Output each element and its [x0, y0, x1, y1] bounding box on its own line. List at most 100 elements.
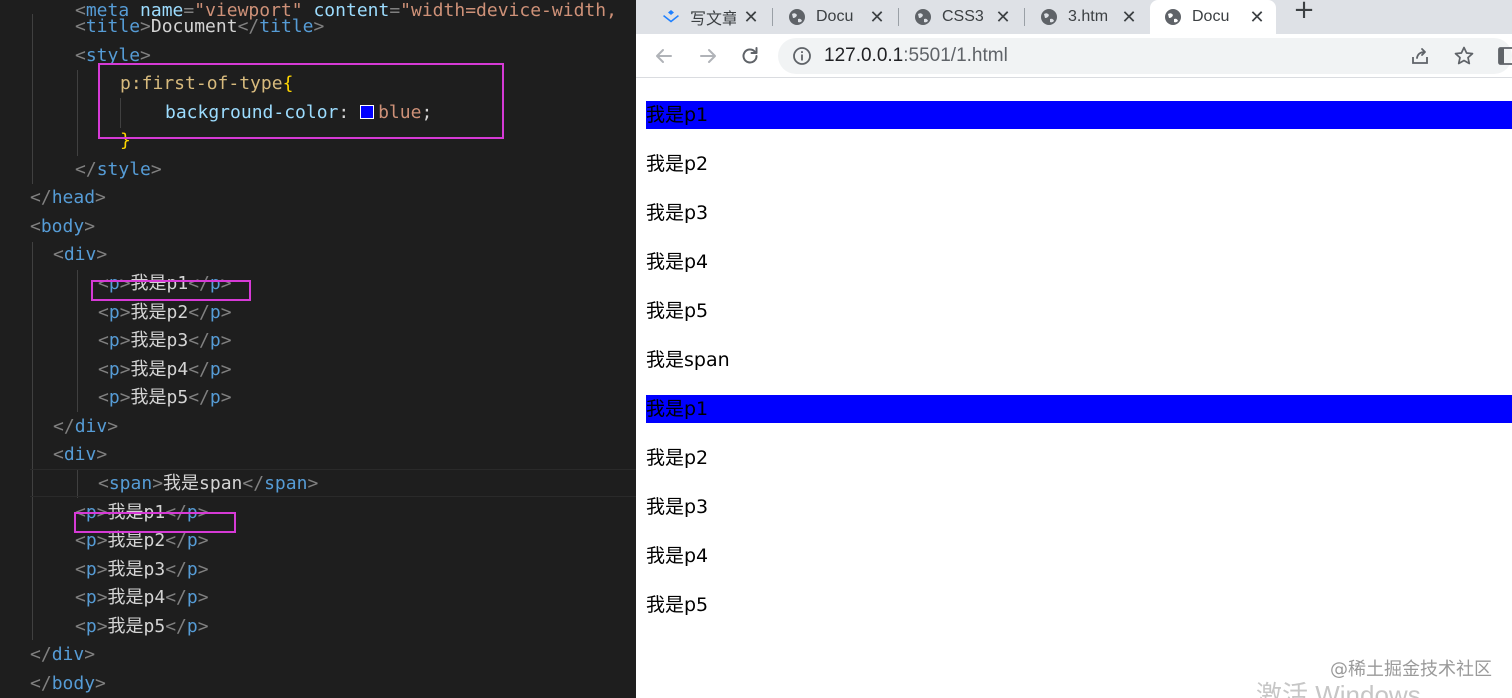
code-token: span: [108, 473, 153, 494]
code-token: "width=device-width,: [400, 0, 628, 21]
code-line-d2p3[interactable]: <p>我是p3</p>: [75, 556, 209, 585]
code-token: >: [95, 673, 106, 694]
page-paragraph: 我是p1: [646, 101, 1512, 129]
code-line-d1p5[interactable]: <p>我是p5</p>: [98, 384, 232, 413]
code-token: 我是p2: [130, 302, 189, 323]
close-icon[interactable]: ✕: [1120, 8, 1138, 26]
div1-p1-annotation-box: [91, 280, 251, 301]
code-line-d2p4[interactable]: <p>我是p4</p>: [75, 584, 209, 613]
code-token: p: [209, 330, 221, 351]
code-token: <: [75, 45, 86, 66]
code-editor[interactable]: <meta name="viewport" content="width=dev…: [0, 0, 636, 698]
code-token: >: [220, 359, 232, 380]
code-token: 我是p5: [130, 387, 189, 408]
code-token: <: [53, 244, 64, 265]
tab-divider: [1024, 8, 1025, 26]
code-token: =: [389, 0, 401, 21]
code-token: </: [237, 16, 260, 37]
code-token: >: [140, 16, 151, 37]
close-icon[interactable]: ✕: [868, 8, 886, 26]
code-line-head-close[interactable]: </head>: [30, 184, 106, 213]
code-token: head: [51, 187, 96, 208]
reload-button[interactable]: [738, 44, 762, 68]
code-line-div1-close[interactable]: </div>: [53, 413, 118, 442]
page-paragraph: 我是p2: [646, 153, 709, 175]
code-token: >: [220, 330, 232, 351]
code-line-d1p2[interactable]: <p>我是p2</p>: [98, 299, 232, 328]
bookmark-star-icon[interactable]: [1452, 44, 1476, 68]
page-span: 我是span: [646, 349, 730, 371]
indent-guide: [77, 270, 78, 412]
selector-annotation-box: [98, 63, 504, 139]
code-token: >: [96, 444, 108, 465]
url-host: 127.0.0.1: [824, 45, 904, 66]
code-line-title[interactable]: <title>Document</title>: [75, 13, 324, 42]
code-token: p: [209, 387, 221, 408]
code-token: >: [220, 387, 232, 408]
tab-title: CSS3: [942, 8, 984, 25]
code-line-div2-close[interactable]: </div>: [30, 641, 95, 670]
new-tab-button[interactable]: +: [1292, 0, 1316, 24]
back-button[interactable]: [652, 44, 676, 68]
code-token: >: [95, 187, 106, 208]
activate-windows-notice: 激活 Windows: [1256, 680, 1421, 698]
code-line-span[interactable]: <span>我是span</span>: [98, 470, 318, 499]
code-token: p: [108, 330, 120, 351]
div2-p1-annotation-box: [74, 512, 236, 533]
share-icon[interactable]: [1408, 44, 1432, 68]
code-token: content: [313, 0, 390, 21]
code-line-d2p5[interactable]: <p>我是p5</p>: [75, 613, 209, 642]
code-token: 我是span: [163, 473, 243, 494]
url-text[interactable]: 127.0.0.1:5501/1.html: [824, 38, 1008, 74]
tab-divider: [772, 8, 773, 26]
side-panel-icon[interactable]: [1494, 44, 1512, 68]
code-token: p: [186, 616, 198, 637]
code-line-style-close[interactable]: </style>: [75, 156, 162, 185]
code-line-body-close[interactable]: </body>: [30, 670, 106, 698]
code-token: >: [197, 616, 209, 637]
code-line-div1-open[interactable]: <div>: [53, 241, 107, 270]
code-token: p: [85, 616, 97, 637]
code-line-body-open[interactable]: <body>: [30, 213, 95, 242]
tab-document[interactable]: Docu ✕: [774, 0, 896, 34]
code-line-d1p4[interactable]: <p>我是p4</p>: [98, 356, 232, 385]
site-info-icon[interactable]: [790, 44, 814, 68]
tab-document-active[interactable]: Docu ✕: [1150, 0, 1276, 34]
code-token: </: [165, 559, 187, 580]
code-token: <: [75, 16, 86, 37]
indent-guide: [32, 242, 33, 640]
code-token: >: [96, 244, 108, 265]
code-token: <: [53, 444, 64, 465]
close-icon[interactable]: ✕: [994, 8, 1012, 26]
tab-title: Docu: [1192, 8, 1230, 25]
tab-3-html[interactable]: 3.htm ✕: [1026, 0, 1148, 34]
code-token: </: [30, 644, 52, 665]
code-token: span: [264, 473, 308, 494]
tab-css3[interactable]: CSS3 ✕: [900, 0, 1022, 34]
code-token: <: [75, 559, 86, 580]
code-line-d1p3[interactable]: <p>我是p3</p>: [98, 327, 232, 356]
code-token: p: [209, 359, 221, 380]
code-token: 我是p3: [107, 559, 166, 580]
forward-button[interactable]: [696, 44, 720, 68]
code-line-div2-open[interactable]: <div>: [53, 441, 107, 470]
code-token: >: [307, 473, 319, 494]
code-token: p: [108, 359, 120, 380]
tab-title: Docu: [816, 8, 854, 25]
code-token: <: [30, 216, 41, 237]
address-bar[interactable]: 127.0.0.1:5501/1.html: [778, 38, 1512, 74]
code-token: p: [108, 302, 120, 323]
indent-guide: [77, 70, 78, 156]
code-token: title: [85, 16, 141, 37]
tab-strip: 写文章 ✕ Docu ✕ CSS3 ✕ 3.htm ✕ Docu ✕ +: [636, 0, 1512, 34]
close-icon[interactable]: ✕: [1248, 8, 1266, 26]
page-paragraph: 我是p4: [646, 251, 709, 273]
tab-juejin[interactable]: 写文章 ✕: [648, 0, 770, 34]
close-icon[interactable]: ✕: [742, 8, 760, 26]
code-token: </: [188, 359, 210, 380]
code-token: </: [188, 330, 210, 351]
code-token: p: [108, 387, 120, 408]
code-token: >: [119, 302, 131, 323]
browser-window: 写文章 ✕ Docu ✕ CSS3 ✕ 3.htm ✕ Docu ✕ + 127…: [636, 0, 1512, 698]
code-token: div: [51, 644, 85, 665]
